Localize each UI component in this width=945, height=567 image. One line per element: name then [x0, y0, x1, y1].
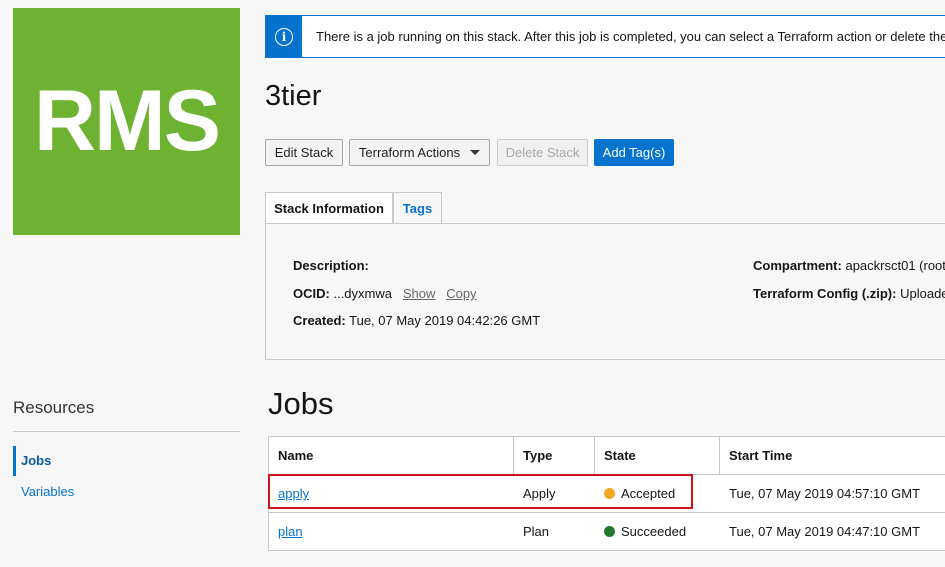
info-icon: i: [266, 16, 302, 57]
sidebar-item-jobs[interactable]: Jobs: [13, 446, 51, 476]
column-header-type[interactable]: Type: [514, 437, 595, 474]
jobs-heading: Jobs: [268, 386, 334, 421]
ocid-show-link[interactable]: Show: [403, 286, 436, 301]
terraform-config-value: Uploaded: [900, 286, 945, 301]
compartment-value: apackrsct01 (root): [845, 258, 945, 273]
info-banner: i There is a job running on this stack. …: [265, 15, 945, 58]
delete-stack-button[interactable]: Delete Stack: [497, 139, 588, 166]
table-row[interactable]: plan Plan Succeeded Tue, 07 May 2019 04:…: [269, 513, 945, 551]
job-state-label: Succeeded: [621, 524, 687, 539]
chevron-down-icon: [470, 150, 481, 155]
ocid-value: ...dyxmwa: [333, 286, 392, 301]
resources-heading: Resources: [13, 398, 95, 417]
logo-text: RMS: [33, 73, 221, 169]
page-title: 3tier: [265, 80, 322, 112]
terraform-config-field: Terraform Config (.zip): Uploaded: [753, 286, 945, 301]
terraform-actions-dropdown[interactable]: Terraform Actions: [349, 139, 490, 166]
ocid-field: OCID: ...dyxmwa Show Copy: [293, 286, 477, 301]
resources-divider: [13, 431, 240, 432]
status-dot-icon: [604, 526, 615, 537]
job-start-time: Tue, 07 May 2019 04:47:10 GMT: [729, 524, 921, 539]
table-header-row: Name Type State Start Time: [269, 437, 945, 475]
rms-logo: RMS: [13, 8, 240, 235]
ocid-copy-link[interactable]: Copy: [446, 286, 476, 301]
banner-message: There is a job running on this stack. Af…: [316, 29, 945, 44]
stack-info-panel: Description: OCID: ...dyxmwa Show Copy C…: [265, 223, 945, 360]
job-state: Succeeded: [595, 513, 720, 550]
tab-stack-information[interactable]: Stack Information: [265, 192, 393, 224]
column-header-start-time[interactable]: Start Time: [720, 437, 945, 474]
sidebar-item-variables[interactable]: Variables: [13, 484, 74, 499]
description-field: Description:: [293, 258, 369, 273]
column-header-state[interactable]: State: [595, 437, 720, 474]
job-start-time: Tue, 07 May 2019 04:57:10 GMT: [729, 486, 921, 501]
tab-tags[interactable]: Tags: [393, 192, 442, 224]
created-field: Created: Tue, 07 May 2019 04:42:26 GMT: [293, 313, 541, 328]
add-tags-button[interactable]: Add Tag(s): [594, 139, 674, 166]
selection-highlight-box: [268, 474, 693, 509]
compartment-field: Compartment: apackrsct01 (root): [753, 258, 945, 273]
created-value: Tue, 07 May 2019 04:42:26 GMT: [349, 313, 541, 328]
job-link-plan[interactable]: plan: [278, 524, 303, 539]
terraform-actions-label: Terraform Actions: [358, 145, 461, 160]
column-header-name[interactable]: Name: [269, 437, 514, 474]
edit-stack-button[interactable]: Edit Stack: [265, 139, 343, 166]
job-type: Plan: [523, 524, 550, 539]
